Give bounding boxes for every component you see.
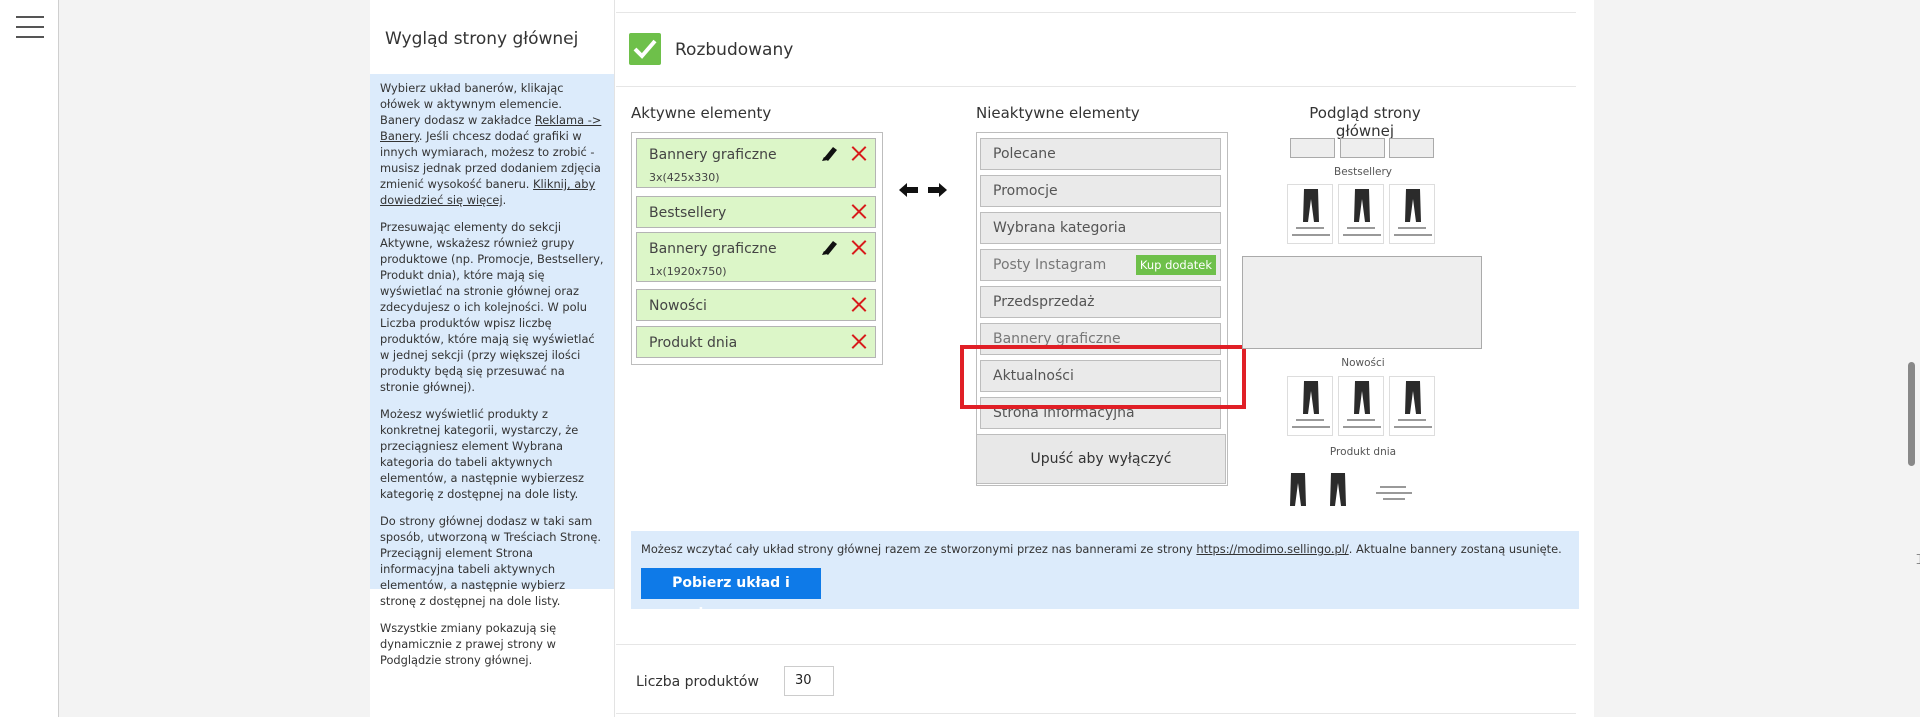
active-item-label: Bannery graficzne	[649, 147, 777, 163]
download-layout-button[interactable]: Pobierz układ i bannery	[641, 568, 821, 622]
highlight-annotation	[960, 345, 1246, 409]
active-item-bestsellery[interactable]: Bestsellery	[636, 196, 876, 228]
layout-checkbox-label: Rozbudowany	[675, 40, 794, 60]
close-x-icon[interactable]	[851, 203, 867, 219]
text-cursor-icon: ⌶	[1916, 552, 1920, 568]
active-item-banners-2[interactable]: Bannery graficzne 1x(1920x750)	[636, 232, 876, 282]
close-x-icon[interactable]	[851, 239, 867, 255]
active-item-label: Bestsellery	[649, 205, 727, 221]
preview-product-card	[1338, 184, 1384, 244]
divider	[616, 86, 1576, 87]
preview-label-produkt-dnia: Produkt dnia	[1329, 446, 1397, 458]
active-elements-title: Aktywne elementy	[631, 104, 772, 122]
active-item-size: 1x(1920x750)	[649, 265, 727, 278]
preview-banner-slot	[1389, 138, 1434, 158]
active-item-size: 3x(425x330)	[649, 171, 720, 184]
preview-label-bestsellery: Bestsellery	[1333, 166, 1392, 178]
hamburger-icon[interactable]	[16, 16, 44, 40]
divider	[616, 644, 1576, 645]
inactive-item-przedsprzedaz[interactable]: Przedsprzedaż	[980, 286, 1221, 318]
active-item-label: Produkt dnia	[649, 335, 738, 351]
preview-placeholder-line	[1380, 486, 1406, 488]
jeans-icon	[1303, 189, 1319, 222]
divider	[616, 12, 1576, 13]
help-paragraph-1: Wybierz układ banerów, klikając ołówek w…	[380, 81, 602, 207]
scrollbar-thumb[interactable]	[1908, 362, 1915, 466]
active-item-banners-1[interactable]: Bannery graficzne 3x(425x330)	[636, 138, 876, 188]
active-item-label: Bannery graficzne	[649, 241, 777, 257]
layout-checkbox[interactable]	[629, 33, 661, 65]
inactive-elements-title: Nieaktywne elementy	[976, 104, 1140, 122]
import-info-text: Możesz wczytać cały układ strony głównej…	[641, 542, 1562, 556]
help-paragraph-5: Wszystkie zmiany pokazują się dynamiczni…	[380, 621, 557, 667]
preview-label-nowosci: Nowości	[1341, 357, 1385, 369]
jeans-icon	[1405, 381, 1421, 414]
jeans-icon	[1290, 473, 1306, 506]
preview-hero-banner	[1242, 256, 1482, 349]
close-x-icon[interactable]	[851, 296, 867, 312]
help-paragraph-2: Przesuwając elementy do sekcji Aktywne, …	[380, 220, 604, 394]
active-item-label: Nowości	[649, 298, 707, 314]
template-link[interactable]: https://modimo.sellingo.pl/	[1196, 542, 1348, 556]
products-count-input[interactable]: 30	[784, 666, 834, 696]
jeans-icon	[1405, 189, 1421, 222]
inactive-item-posty-instagram[interactable]: Posty Instagram Kup dodatek	[980, 249, 1221, 281]
help-box: Wybierz układ banerów, klikając ołówek w…	[370, 74, 614, 667]
section-title: Wygląd strony głównej	[385, 29, 579, 49]
pencil-icon[interactable]	[821, 144, 839, 162]
jeans-icon	[1330, 473, 1346, 506]
preview-product-card	[1389, 184, 1435, 244]
inactive-item-wybrana-kategoria[interactable]: Wybrana kategoria	[980, 212, 1221, 244]
products-count-label: Liczba produktów	[636, 674, 759, 690]
active-item-produkt-dnia[interactable]: Produkt dnia	[636, 326, 876, 358]
preview-banner-slot	[1340, 138, 1385, 158]
preview-placeholder-line	[1376, 492, 1412, 494]
preview-banner-slot	[1290, 138, 1335, 158]
pencil-icon[interactable]	[821, 238, 839, 256]
drop-to-disable-zone[interactable]: Upuść aby wyłączyć	[976, 434, 1226, 484]
preview-placeholder-line	[1383, 498, 1405, 500]
jeans-icon	[1354, 381, 1370, 414]
preview-title: Podgląd strony głównej	[1309, 104, 1421, 140]
jeans-icon	[1303, 381, 1319, 414]
bidirectional-arrow-icon	[899, 183, 947, 197]
left-nav-rail	[0, 0, 59, 717]
help-paragraph-4: Do strony głównej dodasz w taki sam spos…	[380, 514, 601, 608]
inactive-item-promocje[interactable]: Promocje	[980, 175, 1221, 207]
help-paragraph-3: Możesz wyświetlić produkty z konkretnej …	[380, 407, 584, 501]
preview-product-card	[1287, 376, 1333, 436]
preview-product-card	[1338, 376, 1384, 436]
active-item-nowosci[interactable]: Nowości	[636, 289, 876, 321]
checkmark-icon	[633, 39, 657, 59]
preview-product-card	[1389, 376, 1435, 436]
close-x-icon[interactable]	[851, 145, 867, 161]
inactive-item-polecane[interactable]: Polecane	[980, 138, 1221, 170]
preview-product-card	[1287, 184, 1333, 244]
divider	[616, 713, 1576, 714]
close-x-icon[interactable]	[851, 333, 867, 349]
buy-addon-badge[interactable]: Kup dodatek	[1135, 255, 1216, 275]
jeans-icon	[1354, 189, 1370, 222]
